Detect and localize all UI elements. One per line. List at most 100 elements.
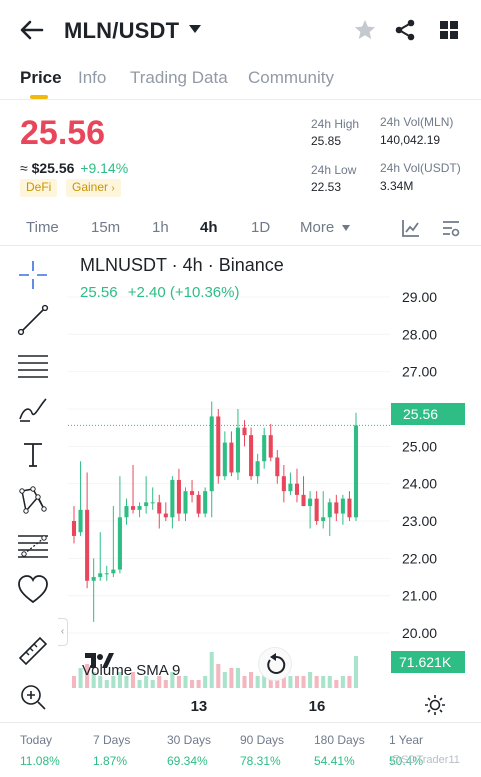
y-tick-label: 29.00	[402, 289, 437, 305]
candle-body	[176, 479, 181, 514]
perf-7d: 7 Days 1.87%	[93, 733, 168, 768]
last-price: 25.56	[20, 114, 106, 152]
volume-bar	[334, 680, 339, 688]
interval-1h[interactable]: 1h	[152, 219, 169, 236]
candle-body	[104, 573, 109, 575]
volume-bar	[196, 680, 201, 688]
tag-gainer[interactable]: Gainer ›	[66, 179, 121, 197]
vol-quote-label: 24h Vol(USDT)	[380, 161, 461, 175]
y-tick-label: 28.00	[402, 326, 437, 342]
candle-body	[327, 502, 332, 518]
interval-more-label: More	[300, 219, 335, 236]
candle-body	[347, 498, 352, 518]
candle-body	[190, 491, 195, 495]
volume-bar	[150, 680, 155, 688]
perf-today: Today 11.08%	[20, 733, 95, 768]
candle-body	[130, 506, 136, 510]
perf-180d: 180 Days 54.41%	[314, 733, 389, 768]
trend-line-icon[interactable]	[16, 303, 50, 337]
sun-settings-icon[interactable]	[424, 694, 446, 716]
candle-body	[78, 509, 83, 533]
last-price-axis-tag: 25.56	[391, 403, 465, 425]
perf-value: 11.08%	[20, 754, 60, 768]
chevron-right-icon: ›	[111, 183, 115, 194]
perf-90d: 90 Days 78.31%	[240, 733, 315, 768]
tab-info[interactable]: Info	[78, 68, 106, 88]
back-arrow-icon[interactable]	[18, 16, 46, 44]
indicator-chart-icon[interactable]	[401, 218, 421, 238]
price-change-pct: +9.14%	[80, 160, 129, 176]
candle-body	[314, 498, 319, 522]
interval-time[interactable]: Time	[26, 219, 59, 236]
volume-bar	[222, 672, 227, 688]
tab-community[interactable]: Community	[248, 68, 334, 88]
candle-body	[294, 483, 300, 495]
tab-price[interactable]: Price	[20, 68, 62, 88]
y-tick-label: 22.00	[402, 550, 437, 566]
candle-body	[137, 506, 142, 510]
star-icon[interactable]	[353, 18, 377, 42]
candle-body	[275, 457, 280, 477]
candle-body	[262, 435, 267, 462]
volume-bar	[190, 680, 195, 688]
candle-body	[334, 502, 339, 514]
perf-label: 7 Days	[93, 733, 131, 747]
chart-settings-icon[interactable]	[441, 218, 461, 238]
interval-15m[interactable]: 15m	[91, 219, 120, 236]
heart-icon[interactable]	[16, 573, 50, 607]
volume-bar	[163, 680, 168, 688]
perf-label: 180 Days	[314, 733, 365, 747]
interval-more[interactable]: More	[300, 219, 351, 236]
perf-value: 69.34%	[167, 754, 208, 768]
perf-30d: 30 Days 69.34%	[167, 733, 242, 768]
pattern-tool-icon[interactable]	[16, 483, 50, 517]
pair-title[interactable]: MLN/USDT	[64, 18, 179, 44]
candle-body	[71, 521, 77, 536]
perf-label: 90 Days	[240, 733, 285, 747]
low-value: 22.53	[311, 180, 342, 194]
candle-body	[353, 425, 359, 518]
ruler-icon[interactable]	[16, 634, 50, 668]
volume-bar	[71, 676, 77, 688]
fib-retracement-icon[interactable]	[16, 528, 50, 562]
chevron-down-icon[interactable]	[188, 24, 202, 34]
candle-body	[163, 513, 168, 518]
volume-bar	[235, 668, 240, 688]
candle-body	[308, 498, 313, 507]
toolbar-collapse-handle[interactable]: ‹	[58, 618, 68, 646]
share-icon[interactable]	[393, 18, 417, 42]
candle-body	[157, 502, 162, 514]
interval-1d[interactable]: 1D	[251, 219, 270, 236]
volume-bar	[104, 680, 109, 688]
candle-body	[288, 483, 293, 492]
tab-trading-data[interactable]: Trading Data	[130, 68, 228, 88]
volume-bar	[314, 676, 319, 688]
candle-body	[340, 498, 345, 514]
tag-defi[interactable]: DeFi	[20, 179, 58, 197]
candle-body	[183, 491, 188, 514]
candle-body	[242, 427, 247, 436]
zoom-in-icon[interactable]	[16, 680, 50, 714]
vol-quote-value: 3.34M	[380, 179, 414, 193]
brush-icon[interactable]	[16, 393, 50, 427]
volume-bar	[183, 676, 188, 688]
volume-bar	[301, 676, 306, 688]
candle-body	[229, 442, 234, 473]
text-tool-icon[interactable]	[16, 438, 50, 472]
volume-bar	[340, 676, 345, 688]
low-label: 24h Low	[311, 163, 357, 177]
candle-body	[124, 506, 129, 518]
horizontal-lines-icon[interactable]	[16, 348, 50, 382]
candle-body	[203, 491, 208, 514]
candle-body	[91, 577, 96, 581]
caret-down-icon	[342, 225, 351, 231]
crosshair-icon[interactable]	[16, 258, 50, 292]
candle-body	[150, 502, 155, 504]
reset-chart-button[interactable]	[258, 647, 292, 681]
volume-bar	[308, 672, 313, 688]
tab-bar: Price Info Trading Data Community	[0, 62, 481, 100]
candle-body	[321, 517, 326, 522]
interval-4h[interactable]: 4h	[200, 219, 218, 236]
candle-body	[209, 416, 214, 492]
grid-icon[interactable]	[437, 18, 461, 42]
